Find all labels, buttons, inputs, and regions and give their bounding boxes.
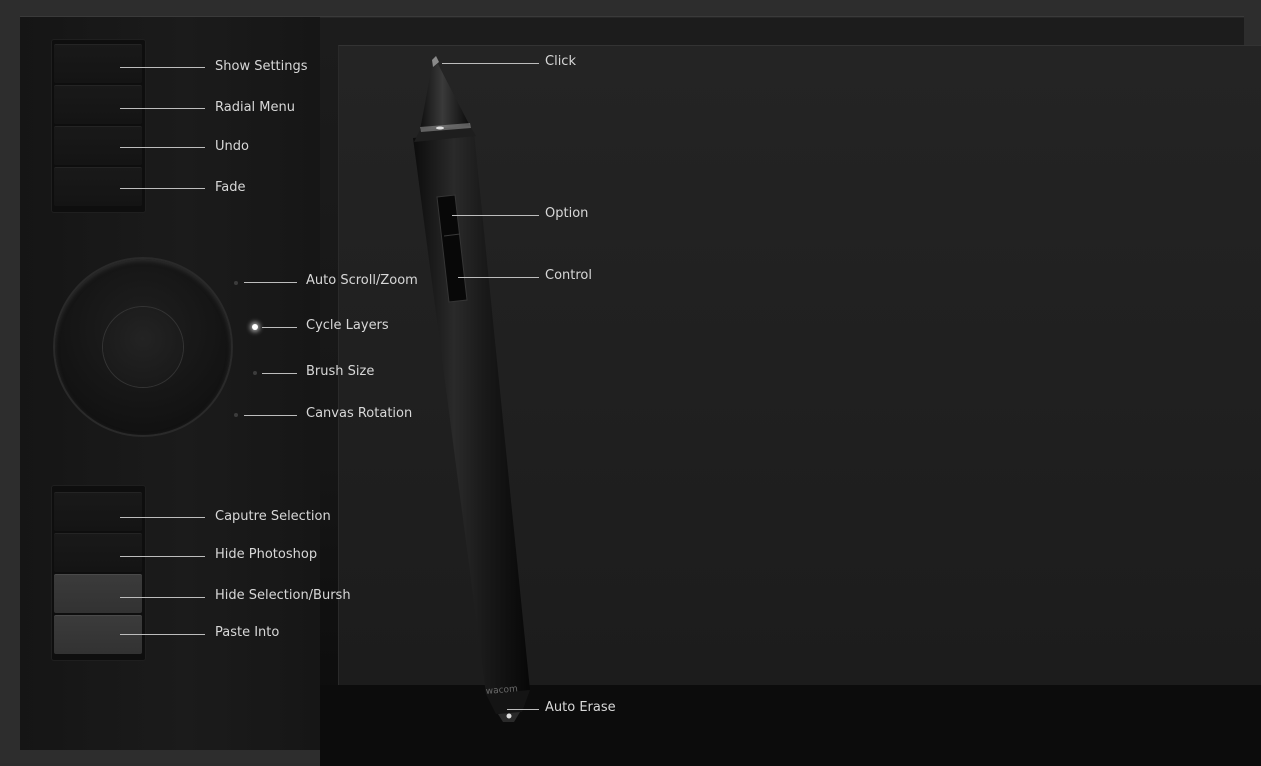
leader-line — [120, 556, 205, 557]
leader-line — [458, 277, 539, 278]
label-undo: Undo — [215, 139, 249, 154]
label-capture-selection: Caputre Selection — [215, 509, 331, 524]
label-paste-into: Paste Into — [215, 625, 280, 640]
leader-line — [120, 634, 205, 635]
label-canvas-rotation: Canvas Rotation — [306, 406, 413, 421]
leader-line — [120, 147, 205, 148]
label-brush-size: Brush Size — [306, 364, 375, 379]
leader-line — [244, 415, 297, 416]
leader-line — [507, 709, 539, 710]
label-show-settings: Show Settings — [215, 59, 308, 74]
label-cycle-layers: Cycle Layers — [306, 318, 389, 333]
leader-line — [244, 282, 297, 283]
leader-line — [120, 108, 205, 109]
label-pen-control: Control — [545, 268, 592, 283]
label-fade: Fade — [215, 180, 246, 195]
leader-line — [120, 188, 205, 189]
leader-line — [120, 597, 205, 598]
leader-line — [120, 67, 205, 68]
leader-line — [442, 63, 539, 64]
label-radial-menu: Radial Menu — [215, 100, 295, 115]
pen-stylus[interactable]: wacom — [0, 0, 1261, 763]
label-pen-auto-erase: Auto Erase — [545, 700, 616, 715]
label-auto-scroll-zoom: Auto Scroll/Zoom — [306, 273, 418, 288]
leader-line — [120, 517, 205, 518]
label-hide-photoshop: Hide Photoshop — [215, 547, 318, 562]
label-pen-option: Option — [545, 206, 589, 221]
leader-line — [262, 327, 297, 328]
screenshot-frame: wacom Show Settings Radial Menu Undo Fad… — [0, 0, 1261, 766]
label-pen-tip-click: Click — [545, 54, 576, 69]
pen-barrel — [413, 132, 530, 694]
pen-nose — [420, 64, 470, 130]
label-hide-selection-brush: Hide Selection/Bursh — [215, 588, 351, 603]
leader-line — [452, 215, 539, 216]
leader-line — [262, 373, 297, 374]
